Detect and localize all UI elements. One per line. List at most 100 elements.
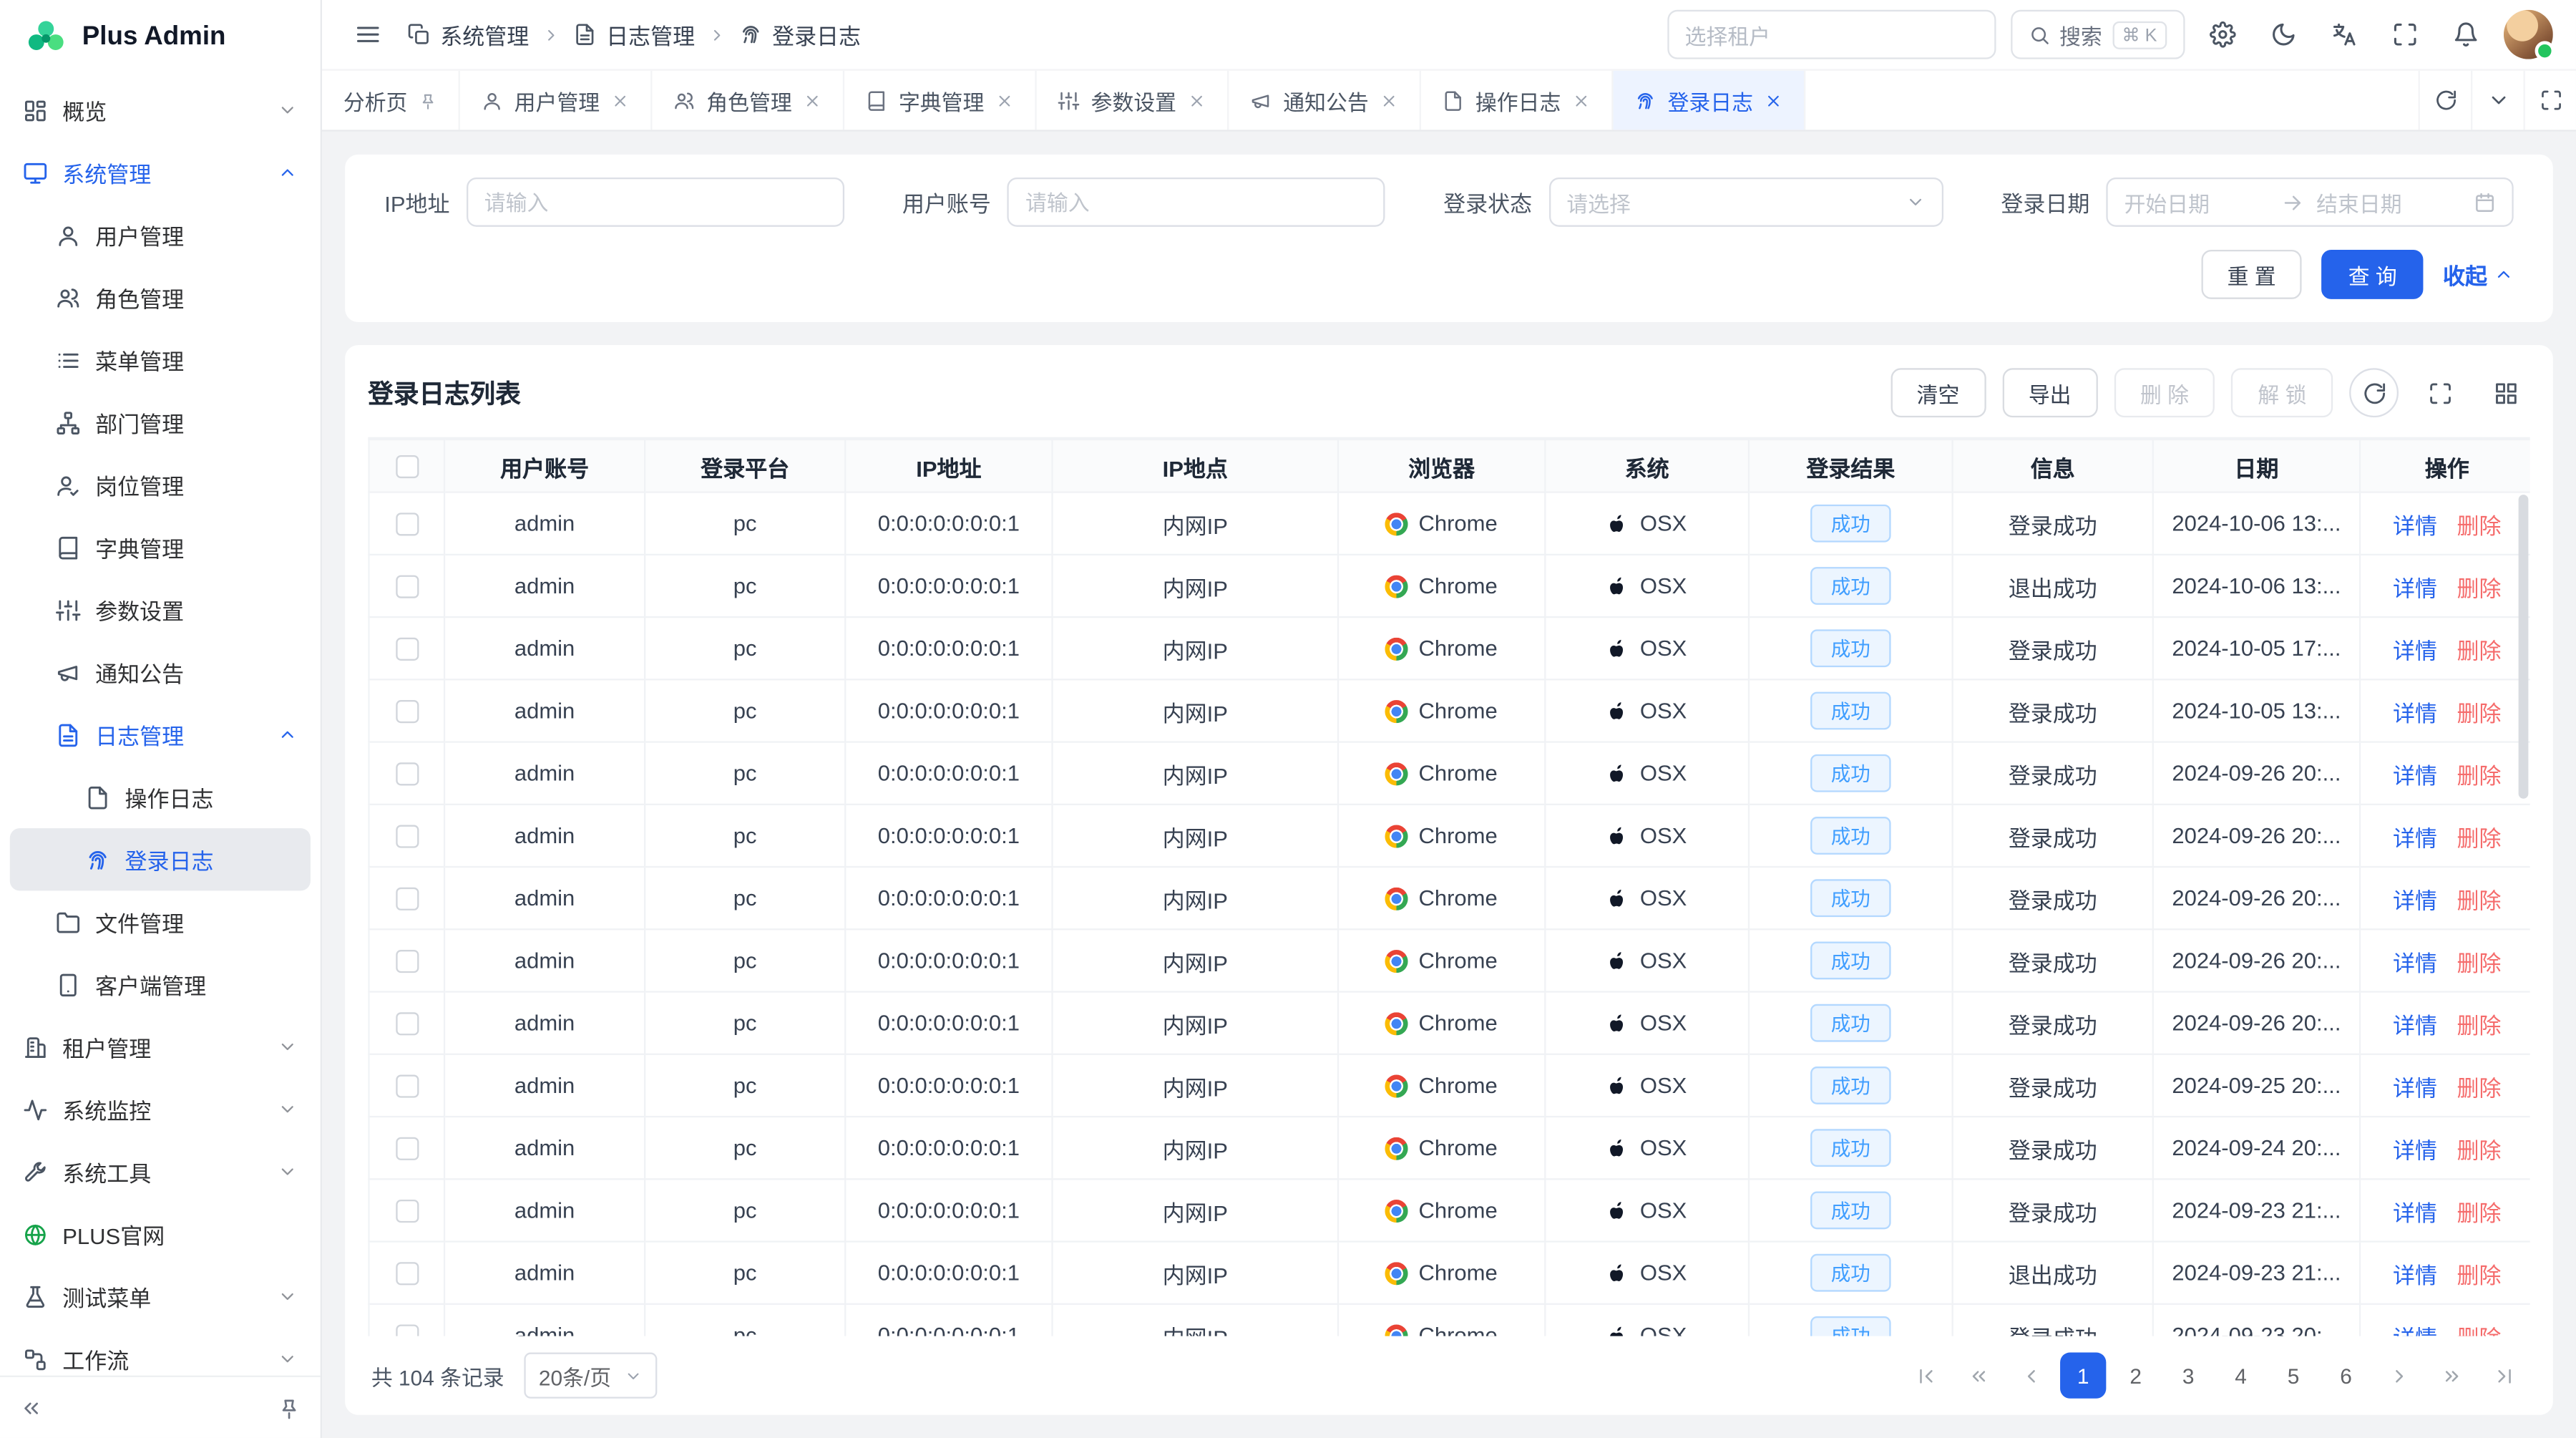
sidebar-item[interactable]: 登录日志 bbox=[10, 828, 311, 890]
pin-icon[interactable] bbox=[278, 1396, 301, 1419]
query-button[interactable]: 查 询 bbox=[2322, 250, 2423, 299]
detail-link[interactable]: 详情 bbox=[2393, 1326, 2437, 1336]
sidebar-item[interactable]: 菜单管理 bbox=[0, 329, 321, 391]
tab-item[interactable]: 通知公告 bbox=[1229, 71, 1422, 130]
sidebar-item[interactable]: 测试菜单 bbox=[0, 1265, 321, 1328]
collapse-sidebar-icon[interactable] bbox=[20, 1396, 43, 1419]
page-button-5[interactable]: 5 bbox=[2270, 1353, 2316, 1399]
detail-link[interactable]: 详情 bbox=[2393, 826, 2437, 850]
delete-link[interactable]: 删除 bbox=[2457, 638, 2502, 663]
tab-active[interactable]: 登录日志 bbox=[1614, 71, 1806, 130]
detail-link[interactable]: 详情 bbox=[2393, 951, 2437, 975]
delete-link[interactable]: 删除 bbox=[2457, 1076, 2502, 1100]
detail-link[interactable]: 详情 bbox=[2393, 1138, 2437, 1162]
tab-item[interactable]: 字典管理 bbox=[844, 71, 1037, 130]
table-fullscreen-button[interactable] bbox=[2415, 368, 2464, 417]
page-button-4[interactable]: 4 bbox=[2218, 1353, 2263, 1399]
pin-icon[interactable] bbox=[419, 91, 436, 109]
fullscreen-button[interactable] bbox=[2382, 11, 2428, 57]
notifications-button[interactable] bbox=[2443, 11, 2489, 57]
menu-toggle-button[interactable] bbox=[345, 11, 391, 57]
tab-item[interactable]: 角色管理 bbox=[653, 71, 845, 130]
breadcrumb-item[interactable]: 系统管理 bbox=[407, 18, 529, 51]
delete-link[interactable]: 删除 bbox=[2457, 951, 2502, 975]
sidebar-item[interactable]: 系统监控 bbox=[0, 1078, 321, 1140]
close-icon[interactable] bbox=[1188, 91, 1206, 109]
delete-link[interactable]: 删除 bbox=[2457, 763, 2502, 787]
row-checkbox[interactable] bbox=[395, 949, 418, 972]
export-button[interactable]: 导出 bbox=[2002, 368, 2097, 417]
clear-button[interactable]: 清空 bbox=[1890, 368, 1986, 417]
detail-link[interactable]: 详情 bbox=[2393, 638, 2437, 663]
close-icon[interactable] bbox=[995, 91, 1013, 109]
delete-button[interactable]: 删 除 bbox=[2114, 368, 2215, 417]
close-icon[interactable] bbox=[1572, 91, 1590, 109]
global-search[interactable]: 搜索 ⌘ K bbox=[2010, 10, 2185, 59]
row-checkbox[interactable] bbox=[395, 1199, 418, 1222]
delete-link[interactable]: 删除 bbox=[2457, 701, 2502, 725]
next-page-button[interactable] bbox=[2376, 1353, 2421, 1399]
row-checkbox[interactable] bbox=[395, 1261, 418, 1284]
column-settings-button[interactable] bbox=[2481, 368, 2530, 417]
detail-link[interactable]: 详情 bbox=[2393, 701, 2437, 725]
tenant-select[interactable]: 选择租户 bbox=[1667, 10, 1995, 59]
sidebar-item[interactable]: 客户端管理 bbox=[0, 953, 321, 1016]
refresh-tab-button[interactable] bbox=[2419, 71, 2471, 130]
content-fullscreen-button[interactable] bbox=[2524, 71, 2576, 130]
last-page-button[interactable] bbox=[2481, 1353, 2527, 1399]
delete-link[interactable]: 删除 bbox=[2457, 1138, 2502, 1162]
sidebar-item[interactable]: 字典管理 bbox=[0, 516, 321, 578]
sidebar-item[interactable]: 日志管理 bbox=[0, 704, 321, 766]
account-input[interactable] bbox=[1008, 178, 1385, 227]
delete-link[interactable]: 删除 bbox=[2457, 1200, 2502, 1225]
row-checkbox[interactable] bbox=[395, 1074, 418, 1097]
row-checkbox[interactable] bbox=[395, 574, 418, 597]
sidebar-item[interactable]: 文件管理 bbox=[0, 890, 321, 953]
delete-link[interactable]: 删除 bbox=[2457, 513, 2502, 538]
delete-link[interactable]: 删除 bbox=[2457, 1263, 2502, 1287]
page-button-2[interactable]: 2 bbox=[2113, 1353, 2159, 1399]
delete-link[interactable]: 删除 bbox=[2457, 888, 2502, 913]
close-icon[interactable] bbox=[1765, 91, 1782, 109]
status-select[interactable]: 请选择 bbox=[1548, 178, 1943, 227]
tab-item[interactable]: 用户管理 bbox=[460, 71, 653, 130]
sidebar-item[interactable]: 通知公告 bbox=[0, 641, 321, 703]
prev-jump-button[interactable] bbox=[1955, 1353, 2001, 1399]
page-button-1[interactable]: 1 bbox=[2060, 1353, 2106, 1399]
page-button-3[interactable]: 3 bbox=[2165, 1353, 2211, 1399]
sidebar-item[interactable]: 角色管理 bbox=[0, 266, 321, 329]
sidebar-item[interactable]: 系统管理 bbox=[0, 141, 321, 203]
next-jump-button[interactable] bbox=[2428, 1353, 2474, 1399]
detail-link[interactable]: 详情 bbox=[2393, 513, 2437, 538]
row-checkbox[interactable] bbox=[395, 762, 418, 784]
row-checkbox[interactable] bbox=[395, 824, 418, 847]
breadcrumb-item[interactable]: 登录日志 bbox=[739, 18, 861, 51]
delete-link[interactable]: 删除 bbox=[2457, 1013, 2502, 1037]
detail-link[interactable]: 详情 bbox=[2393, 1263, 2437, 1287]
date-range-picker[interactable]: 开始日期 结束日期 bbox=[2106, 178, 2513, 227]
sidebar-item[interactable]: 岗位管理 bbox=[0, 454, 321, 516]
row-checkbox[interactable] bbox=[395, 1323, 418, 1336]
settings-button[interactable] bbox=[2200, 11, 2245, 57]
dark-mode-button[interactable] bbox=[2260, 11, 2306, 57]
user-avatar[interactable] bbox=[2504, 10, 2553, 59]
detail-link[interactable]: 详情 bbox=[2393, 576, 2437, 601]
ip-input[interactable] bbox=[466, 178, 844, 227]
tab-item[interactable]: 参数设置 bbox=[1037, 71, 1229, 130]
sidebar-item[interactable]: PLUS官网 bbox=[0, 1203, 321, 1265]
detail-link[interactable]: 详情 bbox=[2393, 763, 2437, 787]
refresh-table-button[interactable] bbox=[2349, 368, 2399, 417]
sidebar-item[interactable]: 操作日志 bbox=[0, 766, 321, 828]
table-scrollbar[interactable] bbox=[2519, 495, 2529, 799]
language-button[interactable] bbox=[2321, 11, 2367, 57]
prev-page-button[interactable] bbox=[2008, 1353, 2054, 1399]
row-checkbox[interactable] bbox=[395, 699, 418, 722]
delete-link[interactable]: 删除 bbox=[2457, 576, 2502, 601]
tab-item[interactable]: 操作日志 bbox=[1421, 71, 1614, 130]
row-checkbox[interactable] bbox=[395, 887, 418, 910]
sidebar-item[interactable]: 部门管理 bbox=[0, 391, 321, 453]
page-button-6[interactable]: 6 bbox=[2323, 1353, 2368, 1399]
page-size-select[interactable]: 20条/页 bbox=[524, 1353, 657, 1399]
sidebar-item[interactable]: 概览 bbox=[0, 79, 321, 141]
detail-link[interactable]: 详情 bbox=[2393, 1076, 2437, 1100]
